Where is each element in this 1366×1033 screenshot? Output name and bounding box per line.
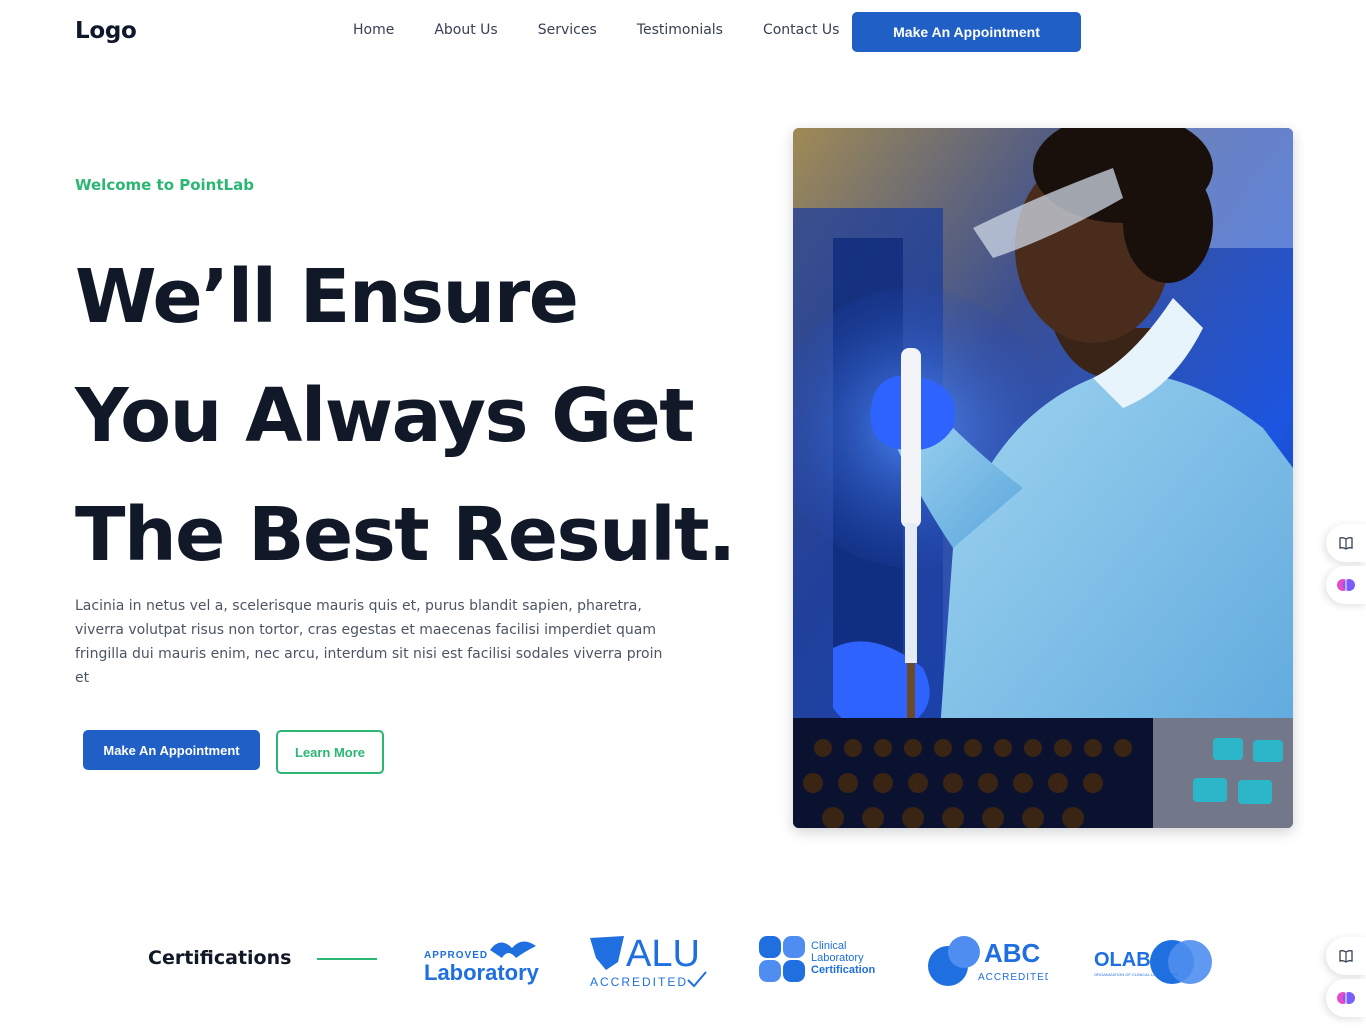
brain-icon — [1337, 992, 1355, 1004]
hero-headline: We’ll Ensure You Always Get The Best Res… — [75, 238, 736, 595]
abc-text: ABC — [984, 938, 1041, 968]
nav-link-services[interactable]: Services — [525, 22, 610, 38]
alu-accredited-text: ACCREDITED — [590, 975, 688, 989]
nav-link-home[interactable]: Home — [340, 22, 407, 38]
nav-links: Home About Us Services Testimonials Cont… — [340, 22, 866, 38]
top-navigation: Logo Home About Us Services Testimonials… — [0, 0, 1366, 66]
abc-accredited-logo: ABC ACCREDITED — [926, 930, 1048, 990]
olab-subtext: ORGANIZATION OF CLINICAL LABORATORY — [1094, 972, 1178, 977]
book-icon — [1339, 537, 1353, 550]
nav-link-contact-us[interactable]: Contact Us — [750, 22, 852, 38]
side-widget-ai[interactable] — [1326, 566, 1366, 604]
headline-line-2: You Always Get — [75, 373, 695, 459]
learn-more-button[interactable]: Learn More — [276, 730, 384, 774]
hero-eyebrow: Welcome to PointLab — [75, 176, 254, 194]
site-logo[interactable]: Logo — [75, 18, 137, 44]
brain-icon — [1337, 579, 1355, 591]
hero-appointment-button[interactable]: Make An Appointment — [83, 730, 260, 770]
approved-laboratory-logo: APPROVED Laboratory — [424, 930, 540, 990]
book-icon — [1339, 950, 1353, 963]
clinical-text: Clinical — [811, 940, 846, 952]
headline-line-1: We’ll Ensure — [75, 254, 579, 340]
certifications-title: Certifications — [148, 947, 292, 969]
side-widget-ai-bottom[interactable] — [1326, 979, 1366, 1017]
clinical-lab-certification-logo: Clinical Laboratory Certification — [759, 930, 879, 990]
alu-accredited-logo: ALU ACCREDITED — [588, 930, 710, 990]
laboratory-text: Laboratory — [424, 960, 540, 985]
nav-appointment-button[interactable]: Make An Appointment — [852, 12, 1081, 52]
headline-line-3: The Best Result. — [75, 492, 736, 578]
hero-description: Lacinia in netus vel a, scelerisque maur… — [75, 598, 663, 686]
nav-link-about-us[interactable]: About Us — [421, 22, 510, 38]
olab-logo: OLAB ORGANIZATION OF CLINICAL LABORATORY — [1094, 930, 1216, 990]
olab-text: OLAB — [1094, 949, 1151, 971]
abc-accredited-text: ACCREDITED — [978, 972, 1048, 983]
certification-text: Certification — [811, 964, 875, 976]
clinical-laboratory-text: Laboratory — [811, 952, 864, 964]
lab-scientist-illustration — [793, 128, 1293, 828]
side-widget-read-bottom[interactable] — [1326, 937, 1366, 975]
certifications-divider — [317, 958, 377, 960]
hero-lab-image — [793, 128, 1293, 828]
side-widget-read[interactable] — [1326, 524, 1366, 562]
nav-link-testimonials[interactable]: Testimonials — [624, 22, 736, 38]
alu-text: ALU — [626, 933, 700, 975]
